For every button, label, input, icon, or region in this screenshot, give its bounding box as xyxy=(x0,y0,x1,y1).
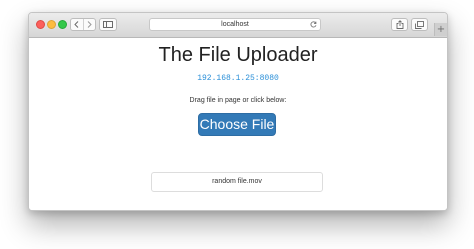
minimize-window-button[interactable] xyxy=(47,20,56,29)
screenshot-stage: localhost + The File Uploader 192.168.1.… xyxy=(0,0,474,249)
tabs-icon xyxy=(415,20,424,29)
url-text: localhost xyxy=(221,21,249,28)
server-address: 192.168.1.25:8080 xyxy=(197,74,279,83)
upload-instruction: Drag file in page or click below: xyxy=(189,97,287,104)
share-button[interactable] xyxy=(391,18,408,31)
page-title: The File Uploader xyxy=(158,44,318,66)
zoom-window-button[interactable] xyxy=(58,20,67,29)
page-content: The File Uploader 192.168.1.25:8080 Drag… xyxy=(29,38,447,210)
browser-window: localhost + The File Uploader 192.168.1.… xyxy=(28,12,448,211)
browser-toolbar: localhost + xyxy=(29,13,447,38)
back-button[interactable] xyxy=(71,19,83,30)
share-icon xyxy=(396,20,403,29)
forward-button[interactable] xyxy=(82,19,96,30)
chevron-left-icon xyxy=(74,21,79,28)
sidebar-button[interactable] xyxy=(99,18,117,31)
new-tab-button[interactable]: + xyxy=(434,23,447,36)
uploaded-file-item[interactable]: random file.mov xyxy=(151,172,323,192)
history-nav-group xyxy=(70,18,96,31)
choose-file-button[interactable]: Choose File xyxy=(198,113,276,136)
sidebar-icon xyxy=(103,21,113,28)
reload-icon[interactable] xyxy=(310,21,317,28)
close-window-button[interactable] xyxy=(36,20,45,29)
chevron-right-icon xyxy=(87,21,92,28)
plus-icon: + xyxy=(436,23,446,35)
tabs-overview-button[interactable] xyxy=(411,18,428,31)
address-bar[interactable]: localhost xyxy=(149,18,321,31)
